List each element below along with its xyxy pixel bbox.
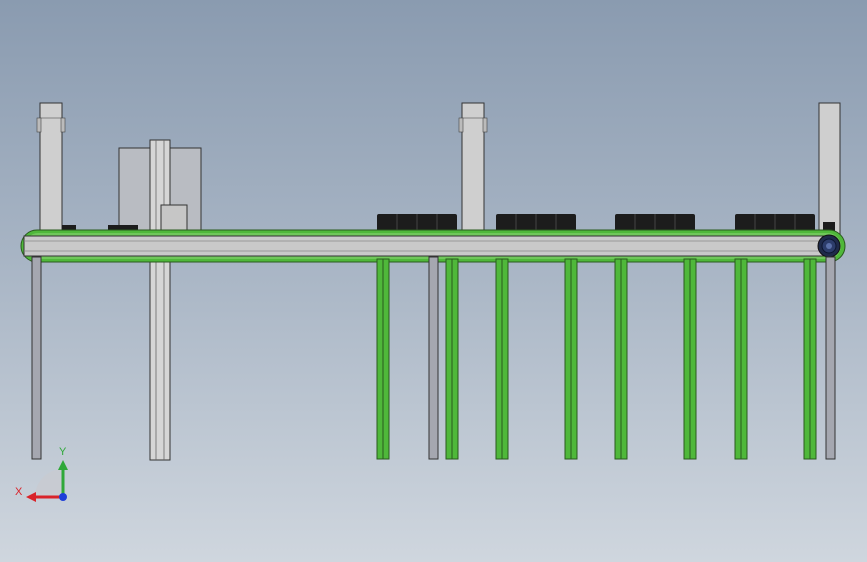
upright-post-left — [36, 102, 66, 238]
support-leg — [825, 256, 836, 460]
upright-post-middle — [458, 102, 488, 238]
support-leg — [428, 256, 439, 460]
cad-viewport[interactable]: Y X — [0, 0, 867, 562]
drive-roller — [817, 234, 841, 258]
belt-return-strands — [376, 258, 817, 460]
triad-y-label: Y — [59, 446, 67, 458]
triad-x-label: X — [15, 486, 23, 498]
pusher-housing — [62, 139, 202, 461]
support-leg — [31, 256, 42, 460]
triad-x-arrow — [26, 492, 36, 502]
triad-plane-arc — [35, 469, 63, 497]
triad-z-axis — [59, 493, 67, 501]
triad-y-arrow — [58, 460, 68, 470]
upright-post-right — [818, 102, 841, 238]
